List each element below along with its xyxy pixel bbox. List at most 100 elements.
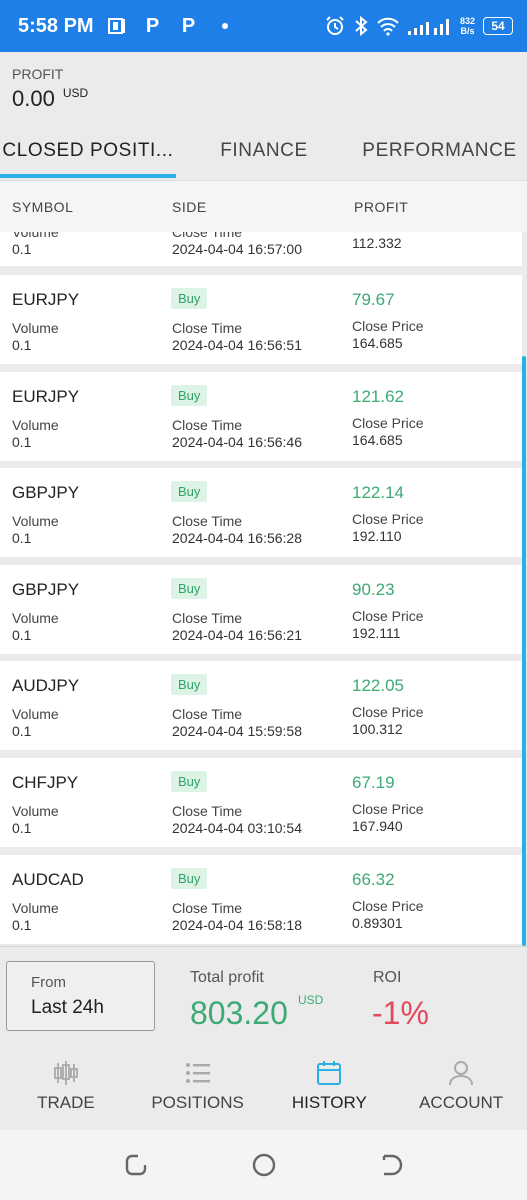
symbol: AUDJPY bbox=[12, 676, 80, 695]
bottom-nav: TRADE POSITIONS HISTORY ACCOUNT bbox=[0, 1042, 527, 1130]
table-row[interactable]: CHFJPY Buy 67.19 Volume 0.1 Close Time 2024-04… bbox=[0, 758, 522, 847]
tab-performance[interactable]: PERFORMANCE bbox=[352, 122, 527, 180]
close-price-label: Close Price bbox=[352, 608, 424, 624]
close-price-label: Close Price bbox=[352, 704, 424, 720]
alarm-icon bbox=[326, 16, 344, 35]
profit-value: 121.62 bbox=[352, 387, 404, 406]
close-price-label: Close Price bbox=[352, 801, 424, 817]
symbol: AUDCAD bbox=[12, 870, 84, 889]
volume-label: Volume bbox=[12, 706, 59, 722]
back-icon[interactable] bbox=[378, 1151, 406, 1179]
side-badge: Buy bbox=[171, 578, 208, 599]
volume-value: 0.1 bbox=[12, 917, 32, 933]
close-time-label: Close Time bbox=[172, 803, 243, 819]
close-time-label: Close Time bbox=[172, 900, 243, 916]
volume-value: 0.1 bbox=[12, 434, 32, 450]
volume-value: 0.1 bbox=[12, 530, 32, 546]
user-icon bbox=[449, 1061, 474, 1086]
home-icon[interactable] bbox=[250, 1151, 278, 1179]
symbol: GBPJPY bbox=[12, 483, 80, 502]
candlestick-icon bbox=[53, 1061, 78, 1085]
close-time-label: Close Time bbox=[172, 610, 243, 626]
column-profit[interactable]: PROFIT bbox=[354, 199, 408, 215]
table-row[interactable]: AUDCAD Buy 66.32 Volume 0.1 Close Time 2024-04… bbox=[0, 855, 522, 944]
side-badge: Buy bbox=[171, 385, 208, 406]
summary-bar: From Last 24h Total profit 803.20 USD RO… bbox=[0, 946, 527, 1042]
symbol: CHFJPY bbox=[12, 773, 79, 792]
tab-closed-positions[interactable]: CLOSED POSITI... bbox=[0, 122, 176, 180]
profit-label: PROFIT bbox=[12, 66, 64, 82]
nav-trade[interactable]: TRADE bbox=[0, 1042, 132, 1130]
volume-label: Volume bbox=[12, 610, 59, 626]
volume-label: Volume bbox=[12, 320, 59, 336]
profit-value: 122.05 bbox=[352, 676, 404, 695]
profit-value: 79.67 bbox=[352, 290, 395, 309]
close-price-label: Close Price bbox=[352, 511, 424, 527]
close-time-value: 2024-04-04 16:56:28 bbox=[172, 530, 302, 546]
symbol: EURJPY bbox=[12, 387, 80, 406]
table-row[interactable]: GBPJPY Buy 122.14 Volume 0.1 Close Time 2024-0… bbox=[0, 468, 522, 557]
nav-history-label: HISTORY bbox=[291, 1093, 367, 1112]
recents-icon[interactable] bbox=[122, 1151, 150, 1179]
volume-value: 0.1 bbox=[12, 820, 32, 836]
close-price-value: 192.110 bbox=[352, 528, 402, 544]
close-price-label: Close Price bbox=[352, 415, 424, 431]
scrollbar[interactable] bbox=[522, 356, 526, 946]
table-row[interactable]: AUDJPY Buy 122.05 Volume 0.1 Close Time 2024-0… bbox=[0, 661, 522, 750]
column-side[interactable]: SIDE bbox=[172, 199, 207, 215]
close-time-value: 2024-04-04 15:59:58 bbox=[172, 723, 302, 739]
column-headers: SYMBOL SIDE PROFIT bbox=[0, 180, 527, 232]
total-profit-label: Total profit bbox=[190, 969, 264, 986]
close-price-label: Close Price bbox=[352, 898, 424, 914]
table-row[interactable]: EURJPY Buy 121.62 Volume 0.1 Close Time 2024-0… bbox=[0, 372, 522, 461]
close-time-value: 2024-04-04 16:56:21 bbox=[172, 627, 302, 643]
nav-positions[interactable]: POSITIONS bbox=[132, 1042, 264, 1130]
close-time-label: Close Time bbox=[172, 513, 243, 529]
volume-label: Volume bbox=[12, 803, 59, 819]
volume-value: 0.1 bbox=[12, 723, 32, 739]
close-time-label: Close Time bbox=[172, 706, 243, 722]
nav-history[interactable]: HISTORY bbox=[264, 1042, 396, 1130]
table-row[interactable]: Volume 0.1 Close Time 2024-04-04 16:57:0… bbox=[0, 232, 522, 266]
table-row[interactable]: GBPJPY Buy 90.23 Volume 0.1 Close Time 2024-04… bbox=[0, 565, 522, 654]
close-time-label: Close Time bbox=[172, 417, 243, 433]
side-badge: Buy bbox=[171, 481, 208, 502]
profit-value: 67.19 bbox=[352, 773, 395, 792]
close-price-value: 164.685 bbox=[352, 335, 403, 351]
battery-icon: 54 bbox=[483, 17, 513, 35]
nav-account[interactable]: ACCOUNT bbox=[395, 1042, 527, 1130]
calendar-icon bbox=[317, 1061, 342, 1085]
volume-value: 0.1 bbox=[12, 337, 32, 353]
volume-label: Volume bbox=[12, 900, 59, 916]
close-price-label: Close Price bbox=[352, 318, 424, 334]
volume-label: Volume bbox=[12, 417, 59, 433]
paypal-icon: P bbox=[145, 14, 160, 37]
notification-dot-icon bbox=[221, 23, 228, 29]
paypal-icon: P bbox=[181, 14, 196, 37]
roi-label: ROI bbox=[373, 969, 402, 986]
side-badge: Buy bbox=[171, 288, 208, 309]
list-icon bbox=[185, 1063, 210, 1083]
bluetooth-icon bbox=[355, 15, 368, 37]
from-label: From bbox=[31, 974, 66, 991]
from-selector[interactable]: From Last 24h bbox=[6, 961, 155, 1031]
close-time-value: 2024-04-04 16:56:51 bbox=[172, 337, 302, 353]
profit-value: 90.23 bbox=[352, 580, 395, 599]
side-badge: Buy bbox=[171, 771, 208, 792]
from-value: Last 24h bbox=[31, 997, 104, 1018]
column-symbol[interactable]: SYMBOL bbox=[12, 199, 73, 215]
table-row[interactable]: EURJPY Buy 79.67 Volume 0.1 Close Time 2024-04… bbox=[0, 275, 522, 364]
volume-label: Volume bbox=[12, 513, 59, 529]
total-profit-value: 803.20 bbox=[190, 995, 288, 1031]
close-price-value: 164.685 bbox=[352, 432, 403, 448]
positions-list[interactable]: Volume 0.1 Close Time 2024-04-04 16:57:0… bbox=[0, 232, 527, 946]
close-price-value: 100.312 bbox=[352, 721, 403, 737]
tab-finance[interactable]: FINANCE bbox=[176, 122, 352, 180]
close-time-label: Close Time bbox=[172, 320, 243, 336]
close-price-value: 167.940 bbox=[352, 818, 403, 834]
profit-value: 122.14 bbox=[352, 483, 404, 502]
status-time: 5:58 PM bbox=[18, 14, 94, 37]
nav-trade-label: TRADE bbox=[37, 1093, 95, 1112]
close-price-value: 0.89301 bbox=[352, 915, 403, 931]
symbol: EURJPY bbox=[12, 290, 80, 309]
